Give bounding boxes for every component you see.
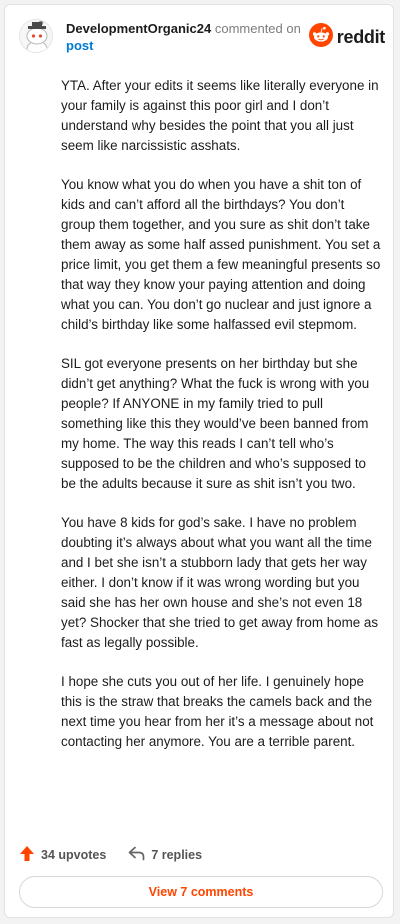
comment-paragraph: You know what you do when you have a shi…	[61, 177, 381, 332]
comment-paragraph: I hope she cuts you out of her life. I g…	[61, 674, 374, 749]
replies-button[interactable]: 7 replies	[128, 846, 202, 864]
replies-count: 7 replies	[151, 848, 203, 862]
upvote-button[interactable]: 34 upvotes	[19, 845, 106, 865]
reddit-brand[interactable]: reddit	[308, 22, 386, 52]
post-link[interactable]: post	[66, 38, 93, 54]
reddit-wordmark: reddit	[336, 26, 386, 47]
comment-header: DevelopmentOrganic24 commented on post r…	[19, 17, 385, 57]
reply-arrow-icon	[128, 846, 145, 864]
comment-card: DevelopmentOrganic24 commented on post r…	[4, 4, 394, 918]
upvote-count: 34 upvotes	[41, 848, 107, 862]
comment-paragraph: YTA. After your edits it seems like lite…	[61, 78, 379, 153]
view-comments-button[interactable]: View 7 comments	[19, 876, 383, 908]
comment-actions: 34 upvotes 7 replies	[19, 842, 224, 868]
comment-paragraph: You have 8 kids for god’s sake. I have n…	[61, 515, 379, 650]
snoo-avatar-icon[interactable]	[19, 19, 53, 53]
upvote-arrow-icon	[19, 845, 35, 865]
author-line: DevelopmentOrganic24 commented on	[66, 21, 301, 37]
comment-body: YTA. After your edits it seems like lite…	[61, 76, 381, 771]
commented-on-text: commented on	[214, 21, 301, 36]
comment-paragraph: SIL got everyone presents on her birthda…	[61, 356, 370, 491]
reddit-logo-icon	[308, 22, 333, 52]
author-name[interactable]: DevelopmentOrganic24	[66, 21, 211, 36]
